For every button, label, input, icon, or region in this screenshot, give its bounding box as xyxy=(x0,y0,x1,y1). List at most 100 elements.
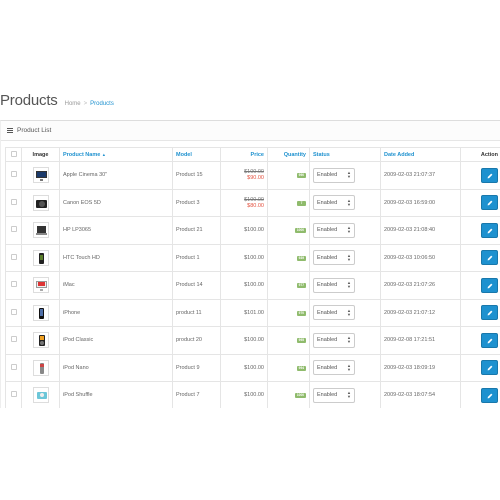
column-status[interactable]: Status xyxy=(309,147,381,162)
product-thumbnail xyxy=(32,277,49,294)
edit-button[interactable] xyxy=(481,167,498,183)
product-action-cell xyxy=(460,298,500,327)
table-row: iPhone product 11 $101.00 970 Enabled ▲ ▼ 2009-… xyxy=(5,298,500,327)
product-price-cell: $100.00 xyxy=(220,216,268,245)
chevron-down-icon: ▲ ▼ xyxy=(347,362,351,372)
product-price-cell: $100.00 xyxy=(220,243,268,272)
special-price: $80.00 xyxy=(247,202,264,209)
product-date-added: 2009-02-03 10:06:50 xyxy=(380,243,461,272)
sort-asc-icon: ▲ xyxy=(101,151,106,157)
row-checkbox[interactable] xyxy=(10,308,17,315)
product-thumbnail xyxy=(32,332,49,349)
status-select[interactable]: Enabled ▲ ▼ xyxy=(313,222,355,238)
product-status-cell: Enabled ▲ ▼ xyxy=(309,271,381,300)
status-value: Enabled xyxy=(317,199,338,206)
chevron-down-icon: ▲ ▼ xyxy=(347,390,351,400)
table-row: Canon EOS 5D Product 3 $100.00 $80.00 7 Enabl… xyxy=(5,188,500,217)
pencil-icon xyxy=(487,228,493,234)
row-checkbox[interactable] xyxy=(10,226,17,233)
product-price-cell: $100.00 $90.00 xyxy=(220,161,268,190)
row-checkbox[interactable] xyxy=(10,171,17,178)
panel-title: Product List xyxy=(17,127,52,134)
row-checkbox[interactable] xyxy=(10,391,17,398)
product-quantity-cell: 995 xyxy=(267,326,310,355)
select-all-checkbox[interactable] xyxy=(10,150,17,157)
product-image-cell xyxy=(21,326,60,355)
product-name: iMac xyxy=(59,271,173,300)
product-thumbnail xyxy=(32,359,49,376)
product-image-cell xyxy=(21,353,60,382)
row-checkbox[interactable] xyxy=(10,336,17,343)
table-row: iPod Classic product 20 $100.00 995 Enabled ▲… xyxy=(5,326,500,355)
quantity-badge: 977 xyxy=(296,283,306,289)
table-row: HTC Touch HD Product 1 $100.00 939 Enabled ▲ ▼… xyxy=(5,243,500,272)
quantity-badge: 970 xyxy=(296,310,306,316)
edit-button[interactable] xyxy=(481,250,498,266)
row-select-cell xyxy=(5,243,22,272)
product-quantity-cell: 7 xyxy=(267,188,310,217)
product-price-cell: $100.00 $80.00 xyxy=(220,188,268,217)
product-image-cell xyxy=(21,243,60,272)
product-action-cell xyxy=(460,161,500,190)
row-checkbox[interactable] xyxy=(10,253,17,260)
status-value: Enabled xyxy=(317,227,338,234)
status-select[interactable]: Enabled ▲ ▼ xyxy=(313,277,355,293)
pencil-icon xyxy=(487,338,493,344)
edit-button[interactable] xyxy=(481,195,498,211)
status-select[interactable]: Enabled ▲ ▼ xyxy=(313,387,355,403)
column-model[interactable]: Model xyxy=(172,147,221,162)
status-select[interactable]: Enabled ▲ ▼ xyxy=(313,360,355,376)
column-product-name[interactable]: Product Name ▲ xyxy=(59,147,173,162)
edit-button[interactable] xyxy=(481,222,498,238)
row-select-cell xyxy=(5,271,22,300)
product-model: Product 3 xyxy=(172,188,221,217)
product-action-cell xyxy=(460,326,500,355)
status-select[interactable]: Enabled ▲ ▼ xyxy=(313,332,355,348)
product-price: $100.00 xyxy=(244,337,264,344)
edit-button[interactable] xyxy=(481,387,498,403)
product-thumbnail xyxy=(32,222,49,239)
breadcrumb-separator: > xyxy=(83,101,88,107)
product-status-cell: Enabled ▲ ▼ xyxy=(309,381,381,408)
product-image-cell xyxy=(21,381,60,408)
status-select[interactable]: Enabled ▲ ▼ xyxy=(313,195,355,211)
product-quantity-cell: 1000 xyxy=(267,216,310,245)
row-checkbox[interactable] xyxy=(10,363,17,370)
edit-button[interactable] xyxy=(481,332,498,348)
column-date-added[interactable]: Date Added xyxy=(380,147,461,162)
status-select[interactable]: Enabled ▲ ▼ xyxy=(313,167,355,183)
column-price[interactable]: Price xyxy=(220,147,268,162)
product-image-cell xyxy=(21,298,60,327)
status-select[interactable]: Enabled ▲ ▼ xyxy=(313,250,355,266)
product-model: Product 14 xyxy=(172,271,221,300)
edit-button[interactable] xyxy=(481,277,498,293)
pencil-icon xyxy=(487,365,493,371)
product-action-cell xyxy=(460,381,500,408)
product-quantity-cell: 1000 xyxy=(267,381,310,408)
edit-button[interactable] xyxy=(481,305,498,321)
status-value: Enabled xyxy=(317,282,338,289)
row-checkbox[interactable] xyxy=(10,198,17,205)
table-row: iPod Shuffle Product 7 $100.00 1000 Enabled ▲… xyxy=(5,381,500,408)
breadcrumb: Home > Products xyxy=(65,101,114,107)
product-image-cell xyxy=(21,188,60,217)
product-date-added: 2009-02-08 17:21:51 xyxy=(380,326,461,355)
product-name: iPod Shuffle xyxy=(59,381,173,408)
product-date-added: 2009-02-03 16:59:00 xyxy=(380,188,461,217)
product-action-cell xyxy=(460,271,500,300)
product-thumbnail xyxy=(32,249,49,266)
column-quantity[interactable]: Quantity xyxy=(267,147,310,162)
status-value: Enabled xyxy=(317,364,338,371)
edit-button[interactable] xyxy=(481,360,498,376)
chevron-down-icon: ▲ ▼ xyxy=(347,225,351,235)
breadcrumb-home[interactable]: Home xyxy=(65,101,81,107)
breadcrumb-products[interactable]: Products xyxy=(90,101,114,107)
row-select-cell xyxy=(5,353,22,382)
product-price: $101.00 xyxy=(244,309,264,316)
product-status-cell: Enabled ▲ ▼ xyxy=(309,298,381,327)
status-select[interactable]: Enabled ▲ ▼ xyxy=(313,305,355,321)
row-checkbox[interactable] xyxy=(10,281,17,288)
chevron-down-icon: ▲ ▼ xyxy=(347,335,351,345)
column-action: Action xyxy=(460,147,500,162)
quantity-badge: 990 xyxy=(296,173,306,179)
